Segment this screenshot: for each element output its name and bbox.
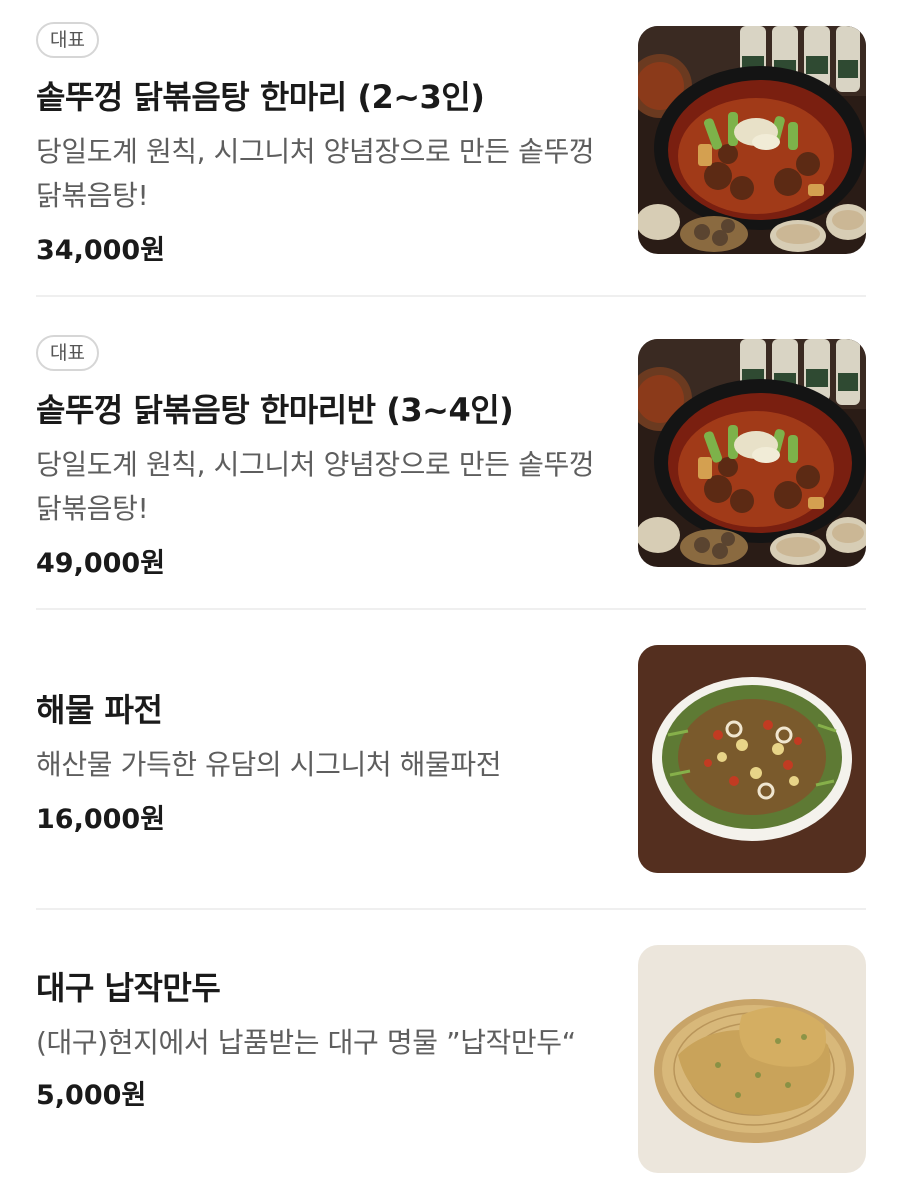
- menu-item-name: 대구 납작만두: [36, 969, 221, 1007]
- menu-item-flat-dumpling[interactable]: 대구 납작만두 (대구)현지에서 납품받는 대구 명물 ”납작만두“ 5,000…: [36, 945, 866, 1173]
- flat-dumpling-photo[interactable]: [638, 945, 866, 1173]
- menu-item-info: 대표 솥뚜껑 닭볶음탕 한마리반 (3~4인) 당일도계 원칙, 시그니처 양념…: [36, 335, 611, 580]
- menu-item-price: 34,000원: [36, 235, 166, 266]
- menu-item-braised-chicken-one-and-half[interactable]: 대표 솥뚜껑 닭볶음탕 한마리반 (3~4인) 당일도계 원칙, 시그니처 양념…: [36, 335, 866, 579]
- item-divider: [36, 608, 866, 610]
- menu-item-info: 대표 솥뚜껑 닭볶음탕 한마리 (2~3인) 당일도계 원칙, 시그니처 양념장…: [36, 22, 611, 267]
- braised-chicken-photo[interactable]: [638, 26, 866, 254]
- menu-item-price: 16,000원: [36, 804, 166, 835]
- menu-item-seafood-pancake[interactable]: 해물 파전 해산물 가득한 유담의 시그니처 해물파전 16,000원: [36, 645, 866, 873]
- menu-item-info: 해물 파전 해산물 가득한 유담의 시그니처 해물파전 16,000원: [36, 685, 611, 836]
- signature-badge: 대표: [36, 335, 99, 371]
- menu-item-price: 49,000원: [36, 548, 166, 579]
- item-divider: [36, 908, 866, 910]
- menu-item-description: 당일도계 원칙, 시그니처 양념장으로 만든 솥뚜껑 닭볶음탕!: [36, 135, 595, 212]
- item-divider: [36, 295, 866, 297]
- menu-item-name: 솥뚜껑 닭볶음탕 한마리 (2~3인): [36, 78, 485, 116]
- menu-item-description: 해산물 가득한 유담의 시그니처 해물파전: [36, 748, 502, 781]
- menu-item-description: 당일도계 원칙, 시그니처 양념장으로 만든 솥뚜껑 닭볶음탕!: [36, 448, 595, 525]
- menu-item-description: (대구)현지에서 납품받는 대구 명물 ”납작만두“: [36, 1026, 576, 1059]
- menu-item-name: 솥뚜껑 닭볶음탕 한마리반 (3~4인): [36, 391, 514, 429]
- menu-item-price: 5,000원: [36, 1080, 147, 1111]
- menu-list: 대표 솥뚜껑 닭볶음탕 한마리 (2~3인) 당일도계 원칙, 시그니처 양념장…: [0, 0, 900, 1198]
- signature-badge: 대표: [36, 22, 99, 58]
- menu-item-name: 해물 파전: [36, 691, 163, 729]
- braised-chicken-photo[interactable]: [638, 339, 866, 567]
- menu-item-braised-chicken-whole[interactable]: 대표 솥뚜껑 닭볶음탕 한마리 (2~3인) 당일도계 원칙, 시그니처 양념장…: [36, 22, 866, 266]
- seafood-pancake-photo[interactable]: [638, 645, 866, 873]
- menu-item-info: 대구 납작만두 (대구)현지에서 납품받는 대구 명물 ”납작만두“ 5,000…: [36, 963, 611, 1112]
